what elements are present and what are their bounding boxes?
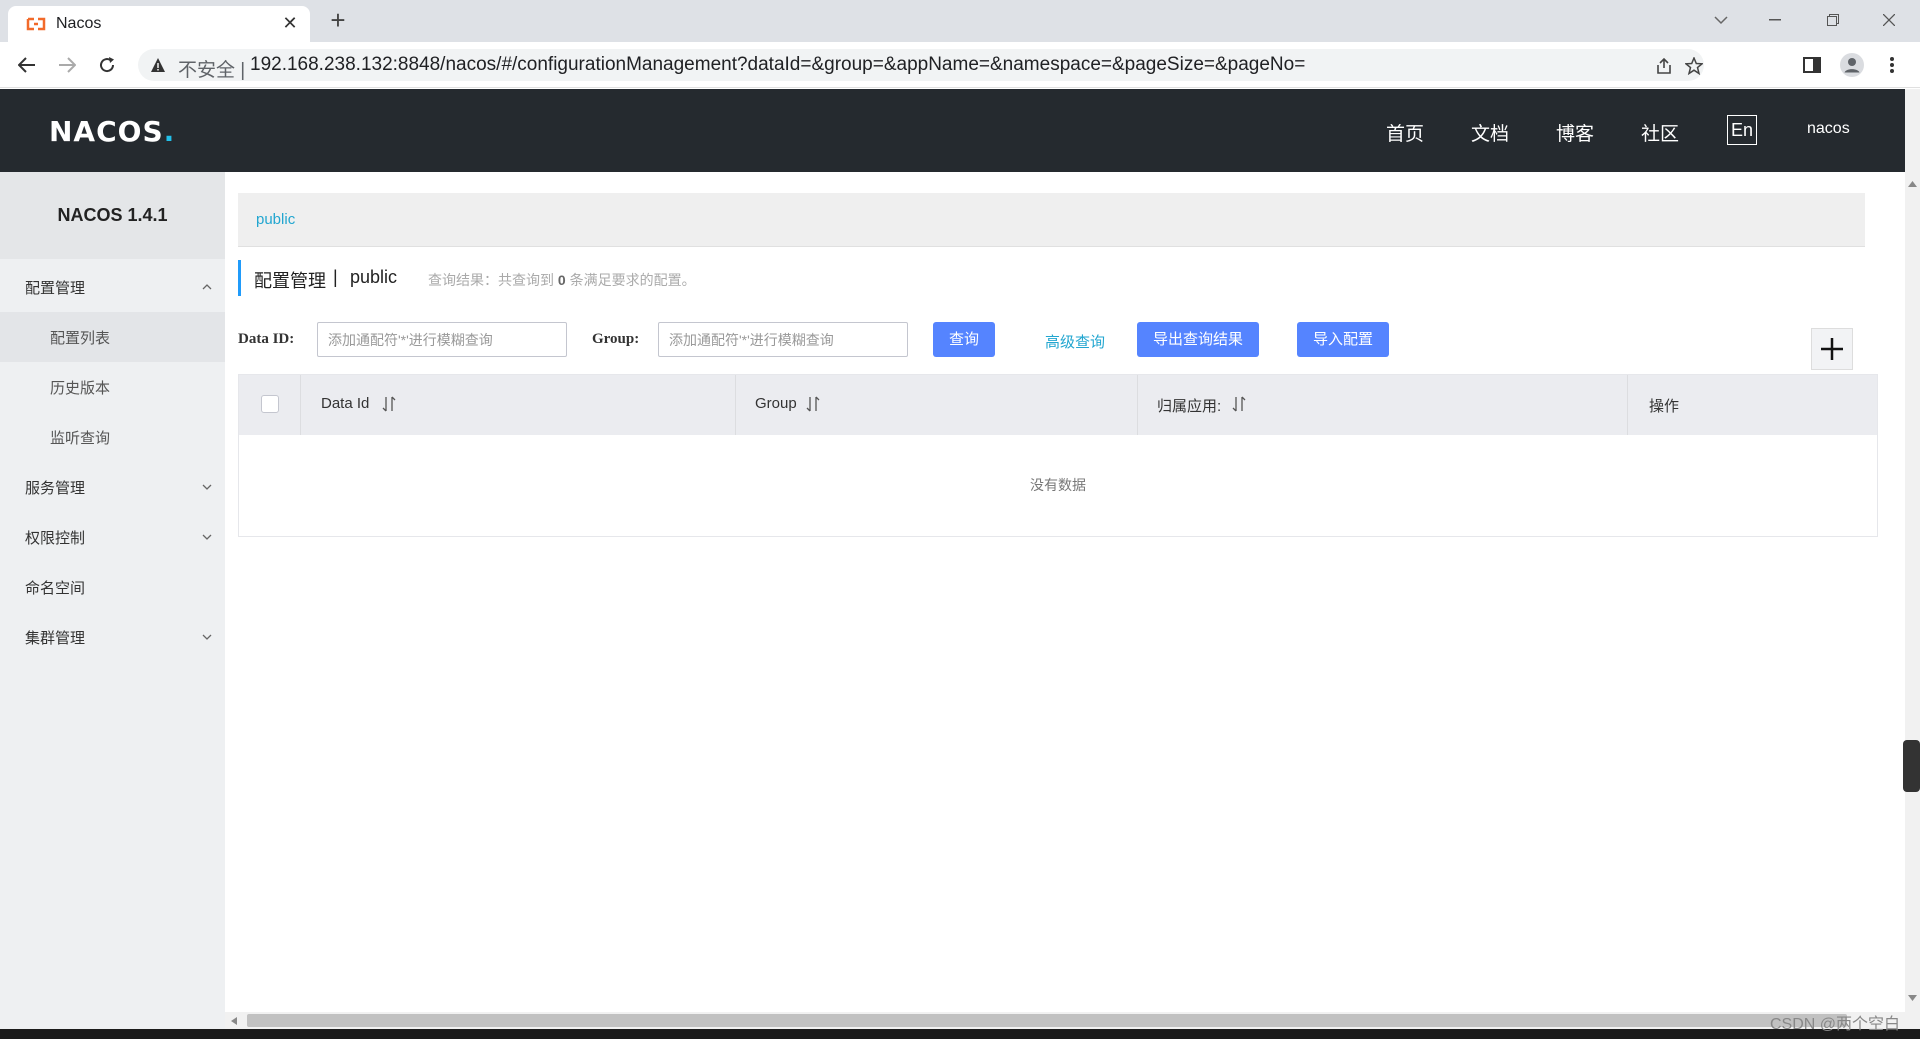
result-count: 0	[557, 272, 566, 288]
back-icon[interactable]	[15, 53, 39, 77]
nav-blog[interactable]: 博客	[1556, 119, 1594, 146]
column-label: Data Id	[321, 395, 370, 412]
table-header: Data Id Group 归属应用: 操作	[239, 375, 1877, 435]
security-label: 不安全 |	[178, 60, 246, 81]
side-panel-icon[interactable]	[1800, 53, 1824, 77]
chevron-down-icon	[201, 530, 213, 542]
group-label: Group:	[592, 331, 640, 347]
horizontal-scroll-thumb[interactable]	[247, 1014, 1847, 1027]
not-secure-warning-icon[interactable]	[150, 57, 166, 73]
sidebar-item-label: 服务管理	[25, 480, 86, 497]
add-config-button[interactable]	[1811, 328, 1853, 370]
data-id-label: Data ID:	[238, 331, 295, 347]
sidebar-item-cluster-management[interactable]: 集群管理	[0, 612, 225, 662]
export-results-button[interactable]: 导出查询结果	[1137, 322, 1259, 357]
select-all-checkbox[interactable]	[261, 395, 279, 413]
sidebar-item-config-management[interactable]: 配置管理	[0, 262, 225, 312]
browser-menu-icon[interactable]	[1880, 53, 1904, 77]
sidebar-item-service-management[interactable]: 服务管理	[0, 462, 225, 512]
advanced-query-link[interactable]: 高级查询	[1045, 331, 1105, 352]
config-table: Data Id Group 归属应用: 操作 没有数据	[238, 374, 1878, 537]
language-toggle-button[interactable]: En	[1727, 115, 1757, 145]
browser-tab-strip: Nacos ✕ +	[0, 0, 1920, 42]
chevron-down-icon	[201, 480, 213, 492]
column-label: 归属应用:	[1157, 398, 1222, 415]
reload-icon[interactable]	[95, 53, 119, 77]
browser-tab[interactable]: Nacos ✕	[8, 6, 310, 42]
import-config-button[interactable]: 导入配置	[1297, 322, 1389, 357]
namespace-tab-bar: public	[238, 193, 1865, 247]
title-separator: |	[333, 267, 338, 287]
select-column	[239, 375, 301, 435]
scroll-down-arrow-icon	[1908, 995, 1917, 1001]
chevron-up-icon	[201, 280, 213, 292]
vertical-scrollbar[interactable]	[1905, 89, 1920, 1039]
sidebar-item-label: 集群管理	[25, 630, 86, 647]
url-text[interactable]: 192.168.238.132:8848/nacos/#/configurati…	[250, 54, 1305, 76]
data-id-input[interactable]	[317, 322, 567, 357]
nacos-favicon-icon	[26, 16, 46, 32]
query-result-summary: 查询结果：共查询到 0 条满足要求的配置。	[428, 272, 696, 288]
sort-icon[interactable]	[806, 396, 820, 412]
title-accent-bar	[238, 260, 241, 296]
page-namespace: public	[350, 267, 398, 287]
tab-title: Nacos	[56, 15, 102, 32]
sidebar-item-namespace[interactable]: 命名空间	[0, 562, 225, 612]
nav-home[interactable]: 首页	[1386, 119, 1424, 146]
column-app[interactable]: 归属应用:	[1138, 375, 1628, 435]
address-bar-row: 不安全 | 192.168.238.132:8848/nacos/#/confi…	[0, 42, 1920, 88]
sidebar-item-label: 监听查询	[50, 430, 111, 447]
share-icon[interactable]	[1653, 55, 1675, 77]
column-data-id[interactable]: Data Id	[301, 375, 736, 435]
minimize-button[interactable]	[1752, 0, 1798, 40]
sidebar-title: NACOS 1.4.1	[0, 172, 225, 259]
query-button[interactable]: 查询	[933, 322, 995, 357]
nacos-logo[interactable]: NACOS.	[49, 115, 175, 148]
sidebar-item-label: 历史版本	[50, 380, 111, 397]
column-label: 操作	[1649, 398, 1680, 415]
sort-icon[interactable]	[382, 396, 396, 412]
sort-icon[interactable]	[1232, 396, 1246, 412]
plus-icon	[1821, 338, 1843, 360]
column-label: Group	[755, 395, 797, 412]
restore-button[interactable]	[1810, 0, 1856, 40]
nav-docs[interactable]: 文档	[1471, 119, 1509, 146]
page-title: 配置管理	[254, 271, 326, 291]
empty-table-message: 没有数据	[1030, 477, 1086, 493]
omnibox[interactable]: 不安全 | 192.168.238.132:8848/nacos/#/confi…	[138, 49, 1704, 81]
nav-community[interactable]: 社区	[1641, 119, 1679, 146]
profile-avatar-icon[interactable]	[1840, 53, 1864, 77]
chevron-down-icon	[201, 630, 213, 642]
sidebar-item-label: 命名空间	[25, 580, 86, 597]
tab-search-icon[interactable]	[1698, 0, 1744, 40]
new-tab-button[interactable]: +	[326, 7, 350, 33]
taskbar-strip	[0, 1029, 1920, 1039]
close-tab-icon[interactable]: ✕	[280, 13, 300, 33]
sidebar-item-label: 配置管理	[25, 280, 86, 297]
column-group[interactable]: Group	[736, 375, 1138, 435]
user-menu[interactable]: nacos	[1807, 120, 1850, 138]
sidebar-item-access-control[interactable]: 权限控制	[0, 512, 225, 562]
sidebar: NACOS 1.4.1 配置管理 配置列表 历史版本 监听查询 服务管理 权限控…	[0, 172, 225, 1039]
watermark-text: CSDN @两个空白	[1770, 1016, 1901, 1033]
sidebar-item-history[interactable]: 历史版本	[0, 362, 225, 412]
app-header: NACOS. 首页 文档 博客 社区 En nacos	[0, 89, 1905, 172]
forward-icon[interactable]	[55, 53, 79, 77]
sidebar-item-label: 权限控制	[25, 530, 86, 547]
scroll-left-arrow-icon	[231, 1017, 237, 1025]
sidebar-item-listener-query[interactable]: 监听查询	[0, 412, 225, 462]
sidebar-item-label: 配置列表	[50, 330, 111, 347]
close-window-button[interactable]	[1866, 0, 1912, 40]
column-actions: 操作	[1628, 375, 1877, 435]
bookmark-star-icon[interactable]	[1683, 55, 1705, 77]
namespace-tab-public[interactable]: public	[256, 211, 295, 228]
scroll-up-arrow-icon	[1908, 181, 1917, 187]
vertical-scroll-thumb[interactable]	[1903, 740, 1920, 792]
group-input[interactable]	[658, 322, 908, 357]
sidebar-item-config-list[interactable]: 配置列表	[0, 312, 225, 362]
